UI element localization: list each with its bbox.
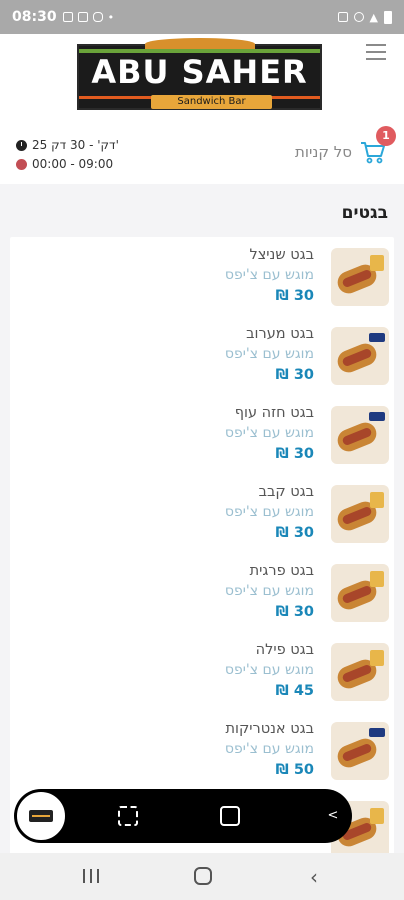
home-button-icon[interactable]	[194, 867, 212, 885]
battery-icon	[384, 10, 392, 24]
item-price: 30 ₪	[275, 367, 314, 383]
status-left-icons: •	[62, 10, 115, 24]
item-info: בגט שניצל מוגש עם צ'יפס 30 ₪	[225, 245, 314, 307]
image-icon	[62, 12, 73, 22]
status-time: 08:30	[12, 9, 57, 25]
alarm-icon	[337, 12, 348, 22]
closed-status-icon	[16, 159, 27, 170]
item-image	[331, 722, 389, 780]
opening-hours: 00:00 - 09:00	[32, 157, 114, 171]
menu-item[interactable]: בגט פרגית מוגש עם צ'יפס 30 ₪	[10, 553, 394, 632]
signal-icon: ▲	[369, 10, 378, 24]
item-description: מוגש עם צ'יפס	[224, 583, 314, 599]
shopping-cart-icon: 1	[360, 126, 396, 164]
logo-thumbnail-icon	[29, 810, 53, 822]
item-price: 30 ₪	[275, 446, 314, 462]
opening-hours-row: 00:00 - 09:00	[16, 155, 119, 174]
floating-toolbar: <	[14, 789, 352, 843]
menu-item[interactable]: בגט קבב מוגש עם צ'יפס 30 ₪	[10, 474, 394, 553]
back-button-icon[interactable]: ‹	[310, 865, 318, 889]
item-description: מוגש עם צ'יפס	[224, 267, 314, 283]
menu-item[interactable]: בגט שניצל מוגש עם צ'יפס 30 ₪	[10, 237, 394, 316]
item-name: בגט פילה	[255, 642, 314, 658]
item-image	[331, 406, 389, 464]
item-price: 30 ₪	[275, 604, 314, 620]
item-description: מוגש עם צ'יפס	[224, 504, 314, 520]
instagram-icon	[92, 12, 103, 22]
logo[interactable]: ABU SAHER Sandwich Bar	[77, 38, 322, 110]
item-info: בגט פרגית מוגש עם צ'יפס 30 ₪	[225, 561, 314, 623]
app-shortcut-button[interactable]	[15, 790, 67, 842]
menu-item[interactable]: בגט חזה עוף מוגש עם צ'יפס 30 ₪	[10, 395, 394, 474]
category-title: בגטים	[341, 203, 388, 223]
item-name: בגט קבב	[258, 484, 314, 500]
item-info: בגט חזה עוף מוגש עם צ'יפס 30 ₪	[225, 403, 314, 465]
menu-item[interactable]: בגט פילה מוגש עם צ'יפס 45 ₪	[10, 632, 394, 711]
system-navigation-bar: ‹	[0, 853, 404, 900]
item-image	[331, 643, 389, 701]
delivery-time: 25 דק' - 30 דק'	[32, 138, 119, 152]
cart-count-badge: 1	[376, 126, 396, 146]
cart-label: סל קניות	[295, 143, 352, 161]
item-name: בגט שניצל	[249, 247, 314, 263]
menu-item[interactable]: בגט אנטריקות מוגש עם צ'יפס 50 ₪	[10, 711, 394, 790]
rotate-screen-icon[interactable]	[220, 806, 240, 826]
store-info: 25 דק' - 30 דק' 00:00 - 09:00	[16, 136, 119, 174]
status-right-icons: ▲	[337, 10, 392, 24]
item-name: בגט מערוב	[246, 326, 314, 342]
item-info: בגט פילה מוגש עם צ'יפס 45 ₪	[225, 640, 314, 702]
item-info: בגט אנטריקות מוגש עם צ'יפס 50 ₪	[225, 719, 314, 781]
screenshot-scan-icon[interactable]	[118, 806, 138, 826]
notification-dot-icon: •	[107, 10, 115, 24]
share-icon[interactable]: <	[326, 809, 340, 823]
item-price: 30 ₪	[275, 525, 314, 541]
item-description: מוגש עם צ'יפס	[224, 741, 314, 757]
wifi-icon	[353, 12, 364, 22]
logo-name: ABU SAHER	[91, 53, 308, 91]
chat-icon	[77, 12, 88, 22]
item-price: 45 ₪	[275, 683, 314, 699]
menu-item[interactable]: בגט מערוב מוגש עם צ'יפס 30 ₪	[10, 316, 394, 395]
cart-button[interactable]: 1 סל קניות	[295, 126, 396, 164]
item-image	[331, 485, 389, 543]
item-description: מוגש עם צ'יפס	[224, 425, 314, 441]
item-info: בגט מערוב מוגש עם צ'יפס 30 ₪	[225, 324, 314, 386]
delivery-time-row: 25 דק' - 30 דק'	[16, 136, 119, 155]
item-image	[331, 327, 389, 385]
item-image	[331, 564, 389, 622]
recents-button-icon[interactable]	[83, 869, 99, 883]
item-info: בגט קבב מוגש עם צ'יפס 30 ₪	[225, 482, 314, 544]
status-bar: 08:30 • ▲	[0, 0, 404, 34]
item-name: בגט אנטריקות	[225, 721, 314, 737]
item-image	[331, 248, 389, 306]
header: ABU SAHER Sandwich Bar 1 סל קניות 25 דק'…	[0, 34, 404, 184]
item-name: בגט פרגית	[249, 563, 314, 579]
item-name: בגט חזה עוף	[234, 405, 314, 421]
item-price: 50 ₪	[275, 762, 314, 778]
item-description: מוגש עם צ'יפס	[224, 346, 314, 362]
item-price: 30 ₪	[275, 288, 314, 304]
hamburger-menu-icon[interactable]	[366, 44, 386, 62]
menu-item-list: בגט שניצל מוגש עם צ'יפס 30 ₪ בגט מערוב מ…	[10, 237, 394, 857]
logo-subtitle: Sandwich Bar	[151, 95, 272, 109]
clock-icon	[16, 140, 27, 151]
item-description: מוגש עם צ'יפס	[224, 662, 314, 678]
